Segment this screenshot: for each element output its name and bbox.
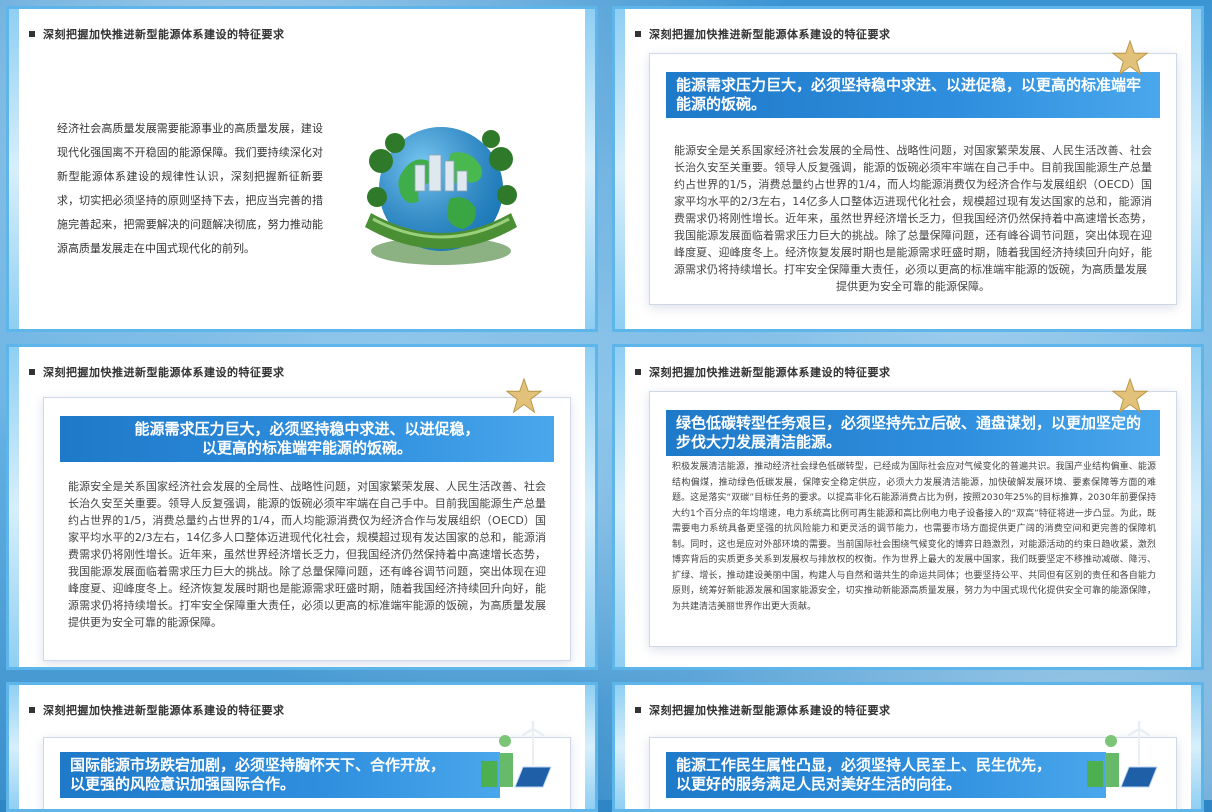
card-banner: 绿色低碳转型任务艰巨，必须坚持先立后破、通盘谋划，以更加坚定的步伐大力发展清洁能…: [666, 410, 1160, 456]
slide-edge-left: [615, 685, 625, 809]
slide-header: 深刻把握加快推进新型能源体系建设的特征要求: [635, 702, 891, 718]
slide-header: 深刻把握加快推进新型能源体系建设的特征要求: [29, 364, 285, 380]
slide-edge-right: [585, 9, 595, 329]
slide-edge-right: [1191, 685, 1201, 809]
slide-edge-left: [615, 9, 625, 329]
slide-1[interactable]: 深刻把握加快推进新型能源体系建设的特征要求 经济社会高质量发展需要能源事业的高质…: [6, 6, 598, 332]
slide-header-title: 深刻把握加快推进新型能源体系建设的特征要求: [43, 28, 285, 41]
content-card: 能源需求压力巨大，必须坚持稳中求进、以进促稳，以更高的标准端牢能源的饭碗。 能源…: [649, 53, 1177, 305]
slide-edge-right: [1191, 9, 1201, 329]
card-banner: 能源工作民生属性凸显，必须坚持人民至上、民生优先， 以更好的服务满足人民对美好生…: [666, 752, 1106, 798]
slide-header: 深刻把握加快推进新型能源体系建设的特征要求: [29, 26, 285, 42]
slide-3[interactable]: 深刻把握加快推进新型能源体系建设的特征要求 能源需求压力巨大，必须坚持稳中求进、…: [6, 344, 598, 670]
slide-edge-left: [9, 9, 19, 329]
card-banner: 能源需求压力巨大，必须坚持稳中求进、以进促稳，以更高的标准端牢能源的饭碗。: [666, 72, 1160, 118]
card-banner-line-2: 以更高的标准端牢能源的饭碗。: [201, 439, 412, 457]
card-banner-line-2: 以更强的风险意识加强国际合作。: [70, 775, 296, 793]
slide-2[interactable]: 深刻把握加快推进新型能源体系建设的特征要求 能源需求压力巨大，必须坚持稳中求进、…: [612, 6, 1204, 332]
card-banner-line-1: 能源工作民生属性凸显，必须坚持人民至上、民生优先，: [676, 756, 1052, 774]
slide-edge-left: [9, 347, 19, 667]
slide-edge-left: [9, 685, 19, 809]
slide-header: 深刻把握加快推进新型能源体系建设的特征要求: [29, 702, 285, 718]
wind-solar-icon: [481, 721, 552, 788]
slide-header-title: 深刻把握加快推进新型能源体系建设的特征要求: [649, 28, 891, 41]
card-body-last-line: 提供更为安全可靠的能源保障。: [836, 280, 990, 293]
square-bullet-icon: [29, 369, 35, 375]
square-bullet-icon: [635, 369, 641, 375]
slide-header: 深刻把握加快推进新型能源体系建设的特征要求: [635, 364, 891, 380]
wind-solar-icon: [1087, 721, 1158, 788]
card-banner: 国际能源市场跌宕加剧，必须坚持胸怀天下、合作开放， 以更强的风险意识加强国际合作…: [60, 752, 500, 798]
slide-edge-right: [585, 347, 595, 667]
card-body-text: 能源安全是关系国家经济社会发展的全局性、战略性问题，对国家繁荣发展、人民生活改善…: [674, 142, 1152, 295]
slide-edge-right: [1191, 347, 1201, 667]
slide-header-title: 深刻把握加快推进新型能源体系建设的特征要求: [649, 704, 891, 717]
slide-6[interactable]: 深刻把握加快推进新型能源体系建设的特征要求 能源工作民生属性凸显，必须坚持人民至…: [612, 682, 1204, 812]
square-bullet-icon: [635, 31, 641, 37]
gold-star-icon: [1111, 39, 1149, 76]
square-bullet-icon: [635, 707, 641, 713]
card-banner-line-2: 以更好的服务满足人民对美好生活的向往。: [676, 775, 962, 793]
card-banner: 能源需求压力巨大，必须坚持稳中求进、以进促稳， 以更高的标准端牢能源的饭碗。: [60, 416, 554, 462]
slide-header-title: 深刻把握加快推进新型能源体系建设的特征要求: [649, 366, 891, 379]
card-banner-line-1: 国际能源市场跌宕加剧，必须坚持胸怀天下、合作开放，: [70, 756, 446, 774]
content-card: 能源需求压力巨大，必须坚持稳中求进、以进促稳， 以更高的标准端牢能源的饭碗。 能…: [43, 397, 571, 661]
gold-star-icon: [505, 377, 543, 414]
card-banner-line-1: 能源需求压力巨大，必须坚持稳中求进、以进促稳，: [134, 420, 480, 438]
slide-body-text: 经济社会高质量发展需要能源事业的高质量发展，建设现代化强国离不开稳固的能源保障。…: [57, 122, 323, 255]
slide-4[interactable]: 深刻把握加快推进新型能源体系建设的特征要求 绿色低碳转型任务艰巨，必须坚持先立后…: [612, 344, 1204, 670]
card-body-main: 能源安全是关系国家经济社会发展的全局性、战略性问题，对国家繁荣发展、人民生活改善…: [674, 144, 1152, 276]
slide-header-title: 深刻把握加快推进新型能源体系建设的特征要求: [43, 704, 285, 717]
content-card: 绿色低碳转型任务艰巨，必须坚持先立后破、通盘谋划，以更加坚定的步伐大力发展清洁能…: [649, 391, 1177, 647]
square-bullet-icon: [29, 31, 35, 37]
square-bullet-icon: [29, 707, 35, 713]
slide-5[interactable]: 深刻把握加快推进新型能源体系建设的特征要求 国际能源市场跌宕加剧，必须坚持胸怀天…: [6, 682, 598, 812]
slide-header-title: 深刻把握加快推进新型能源体系建设的特征要求: [43, 366, 285, 379]
slide-edge-right: [585, 685, 595, 809]
slide-header: 深刻把握加快推进新型能源体系建设的特征要求: [635, 26, 891, 42]
slide-edge-left: [615, 347, 625, 667]
card-body-text: 能源安全是关系国家经济社会发展的全局性、战略性问题，对国家繁荣发展、人民生活改善…: [68, 480, 546, 629]
gold-star-icon: [1111, 377, 1149, 414]
card-body-text: 积极发展清洁能源，推动经济社会绿色低碳转型，已经成为国际社会应对气候变化的普遍共…: [672, 462, 1156, 612]
green-earth-globe: [351, 101, 531, 281]
